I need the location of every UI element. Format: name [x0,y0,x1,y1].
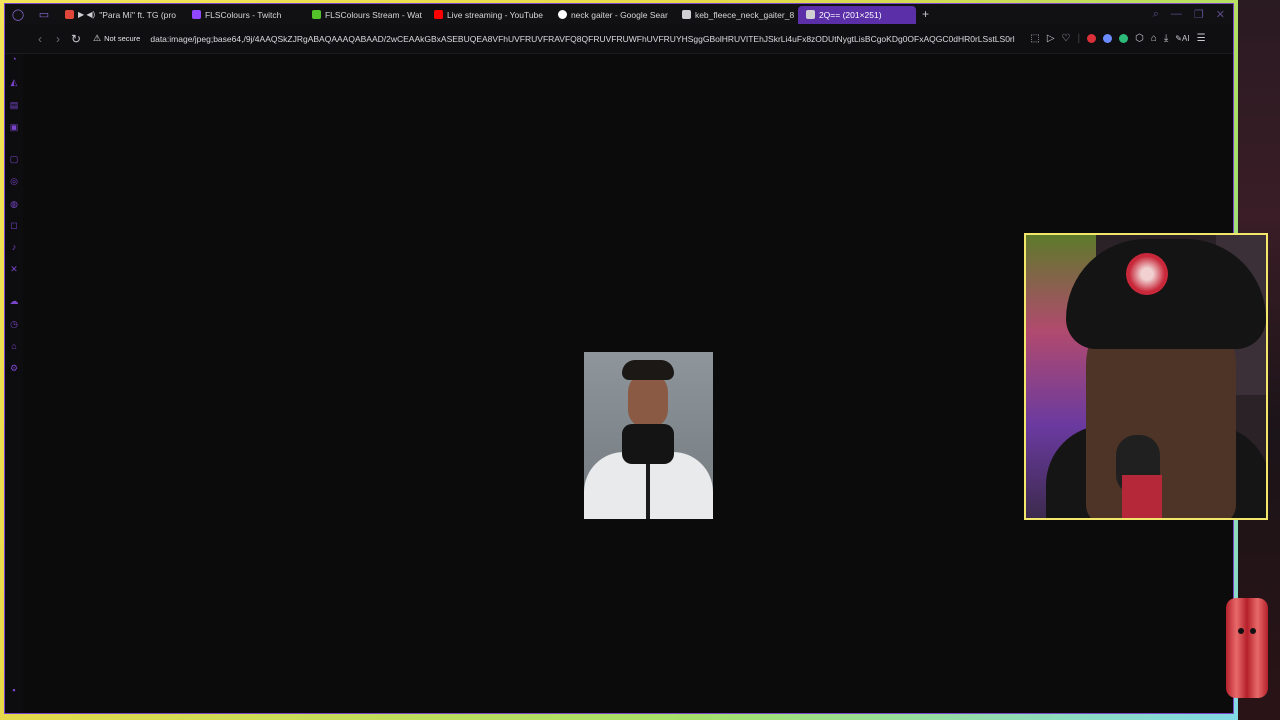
speed-dial-icon[interactable]: ◔ [9,54,19,64]
neck-gaiter-shape [622,424,674,464]
tab-label: keb_fleece_neck_gaiter_8 [694,9,795,20]
bacon-mascot-icon [1226,598,1268,698]
messenger-icon[interactable]: ▣ [9,122,19,132]
url-input[interactable]: data:image/jpeg;base64,/9j/4AAQSkZJRgABA… [150,34,1022,44]
settings-icon[interactable]: ⚙ [9,363,19,373]
ai-label: AI [1182,34,1190,43]
tab-label: FLSColours Stream - Wat [324,9,422,20]
extension-blue-icon[interactable] [1103,34,1113,43]
tab-label: FLSColours - Twitch [204,9,282,20]
workspaces-icon[interactable]: ▭ [31,4,57,24]
window-controls: ⌕ — ❐ ✕ [1153,8,1233,21]
security-label: Not secure [104,34,141,43]
vpn-icon[interactable]: ⌂ [1151,33,1157,44]
sidebar: ◔ ◭ ▤ ▣ ▢ ◎ ◍ ◻ ♪ ✕ ☁ ◷ ⌂ ⚙ ▪ [5,54,23,713]
address-bar: ‹ › ↻ ⚠ Not secure data:image/jpeg;base6… [5,24,1233,54]
separator: | [1077,33,1081,44]
tab-bar: ◯ ▭ ▶ ◀) "Para Mí" ft. TG (pro FLSColour… [5,4,1233,24]
file-icon [805,10,815,19]
webcam-overlay [1024,233,1268,520]
tab-image-active[interactable]: 2Q== (201×251) [797,5,916,24]
forward-icon[interactable]: › [49,32,67,46]
search-tabs-icon[interactable]: ⌕ [1153,8,1159,21]
extension-green-icon[interactable] [1119,34,1129,43]
security-indicator[interactable]: ⚠ Not secure [93,33,140,44]
menu-icon[interactable]: ☰ [1197,33,1206,44]
aria-icon[interactable]: ◭ [9,77,19,87]
screenshot-icon[interactable]: ⬚ [1030,33,1039,44]
hair-shape [622,360,674,380]
microphone-base-shape [1122,475,1162,518]
music-icon[interactable]: ☁ [9,296,19,306]
tab-google-search[interactable]: neck gaiter - Google Sear [550,6,674,24]
player-icon[interactable]: ▷ [1047,33,1055,44]
mascot-eye [1238,628,1244,634]
jacket-zip-shape [646,460,650,519]
tab-label: Live streaming - YouTube [446,9,544,20]
tab-kick-stream[interactable]: FLSColours Stream - Wat [304,6,426,24]
minimize-icon[interactable]: — [1171,8,1182,21]
browser-menu-icon[interactable]: ◯ [5,4,31,24]
back-icon[interactable]: ‹ [31,32,49,46]
reload-icon[interactable]: ↻ [67,32,85,46]
cap-logo-icon [1126,253,1168,295]
youtube-music-icon [65,10,74,19]
google-icon [557,10,567,19]
x-icon[interactable]: ✕ [9,264,19,274]
bookmarks-icon[interactable]: ▤ [9,100,19,110]
extensions-icon[interactable]: ⬡ [1135,33,1144,44]
tab-para-mi[interactable]: ▶ ◀) "Para Mí" ft. TG (pro [57,6,184,24]
close-icon[interactable]: ✕ [1216,8,1225,21]
ai-button[interactable]: ✎AI [1175,34,1189,43]
downloads-icon[interactable]: ⤓ [1164,33,1168,44]
history-icon[interactable]: ◷ [9,319,19,329]
tab-label: neck gaiter - Google Sear [570,9,668,20]
tab-youtube-live[interactable]: Live streaming - YouTube [426,6,550,24]
sidebar-bottom-icon[interactable]: ▪ [9,685,19,695]
pinboards-icon[interactable]: ⌂ [9,341,19,351]
youtube-icon [433,10,443,19]
instagram-icon[interactable]: ◻ [9,220,19,230]
displayed-image[interactable] [584,352,713,519]
bookmark-heart-icon[interactable]: ♡ [1062,33,1071,44]
tab-label: "Para Mí" ft. TG (pro [99,9,176,20]
mascot-eye [1250,628,1256,634]
messenger-chat-icon[interactable]: ◎ [9,176,19,186]
speaker-icon: ▶ ◀) [78,10,96,19]
maximize-icon[interactable]: ❐ [1194,8,1204,21]
warning-icon: ⚠ [93,33,102,43]
face-shape [628,372,668,428]
tiktok-icon[interactable]: ♪ [9,242,19,252]
file-icon [681,10,691,19]
kick-icon [311,10,321,19]
new-tab-button[interactable]: + [916,7,935,21]
twitch-icon [191,10,201,19]
twitch-sidebar-icon[interactable]: ▢ [9,154,19,164]
tab-keb-fleece[interactable]: keb_fleece_neck_gaiter_8 [674,6,798,24]
address-bar-actions: ⬚ ▷ ♡ | ⬡ ⌂ ⤓ ✎AI ☰ [1030,33,1205,44]
tab-label: 2Q== (201×251) [818,9,882,20]
whatsapp-icon[interactable]: ◍ [9,199,19,209]
tab-twitch[interactable]: FLSColours - Twitch [184,6,304,24]
extension-red-icon[interactable] [1087,34,1097,43]
